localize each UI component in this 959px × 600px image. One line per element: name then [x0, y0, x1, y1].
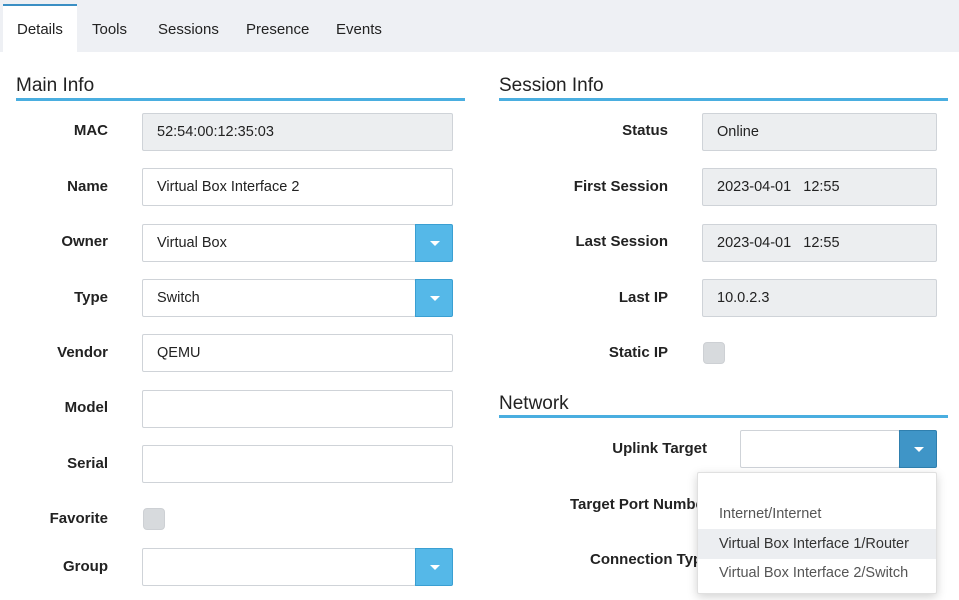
model-label: Model [64, 399, 108, 416]
caret-down-icon [914, 447, 924, 452]
main-info-divider [16, 98, 465, 101]
static-ip-checkbox[interactable] [703, 342, 725, 364]
first-session-field: 2023-04-01 12:55 [702, 168, 937, 206]
tab-details[interactable]: Details [3, 4, 77, 52]
tab-bar: Details Tools Sessions Presence Events [0, 0, 959, 52]
uplink-target-dropdown-button[interactable] [899, 430, 937, 468]
serial-label: Serial [67, 455, 108, 472]
vendor-label: Vendor [57, 344, 108, 361]
group-label: Group [63, 558, 108, 575]
uplink-target-label: Uplink Target [612, 440, 707, 457]
static-ip-label: Static IP [608, 344, 668, 361]
network-title: Network [499, 393, 569, 414]
name-label: Name [67, 178, 108, 195]
network-divider [499, 415, 948, 418]
vendor-input[interactable]: QEMU [142, 334, 453, 372]
uplink-target-dropdown-menu: Internet/Internet Virtual Box Interface … [697, 472, 937, 594]
group-select[interactable] [142, 548, 416, 586]
last-ip-label: Last IP [618, 289, 668, 306]
tab-events[interactable]: Events [322, 4, 396, 52]
caret-down-icon [430, 565, 440, 570]
dropdown-option[interactable]: Internet/Internet [698, 499, 936, 529]
status-label: Status [622, 122, 668, 139]
dropdown-option[interactable]: Virtual Box Interface 1/Router [698, 529, 936, 559]
main-info-title: Main Info [16, 75, 95, 96]
favorite-checkbox[interactable] [143, 508, 165, 530]
group-dropdown-button[interactable] [415, 548, 453, 586]
tab-tools[interactable]: Tools [78, 4, 141, 52]
model-input[interactable] [142, 390, 453, 428]
owner-label: Owner [61, 233, 108, 250]
name-input[interactable]: Virtual Box Interface 2 [142, 168, 453, 206]
favorite-label: Favorite [49, 510, 108, 527]
serial-input[interactable] [142, 445, 453, 483]
target-port-number-label: Target Port Number [570, 496, 710, 513]
status-field: Online [702, 113, 937, 151]
owner-select[interactable]: Virtual Box [142, 224, 416, 262]
caret-down-icon [430, 241, 440, 246]
uplink-target-select[interactable] [740, 430, 900, 468]
dropdown-option[interactable]: Virtual Box Interface 2/Switch [698, 558, 936, 588]
connection-type-label: Connection Type [590, 551, 711, 568]
tab-presence[interactable]: Presence [232, 4, 323, 52]
last-session-field: 2023-04-01 12:55 [702, 224, 937, 262]
dropdown-option-empty[interactable] [698, 475, 936, 493]
type-dropdown-button[interactable] [415, 279, 453, 317]
first-session-label: First Session [573, 178, 668, 195]
mac-field: 52:54:00:12:35:03 [142, 113, 453, 151]
type-select[interactable]: Switch [142, 279, 416, 317]
session-info-divider [499, 98, 948, 101]
last-ip-field: 10.0.2.3 [702, 279, 937, 317]
session-info-title: Session Info [499, 75, 604, 96]
last-session-label: Last Session [575, 233, 668, 250]
type-label: Type [74, 289, 108, 306]
owner-dropdown-button[interactable] [415, 224, 453, 262]
mac-label: MAC [73, 122, 108, 139]
caret-down-icon [430, 296, 440, 301]
tab-sessions[interactable]: Sessions [144, 4, 233, 52]
